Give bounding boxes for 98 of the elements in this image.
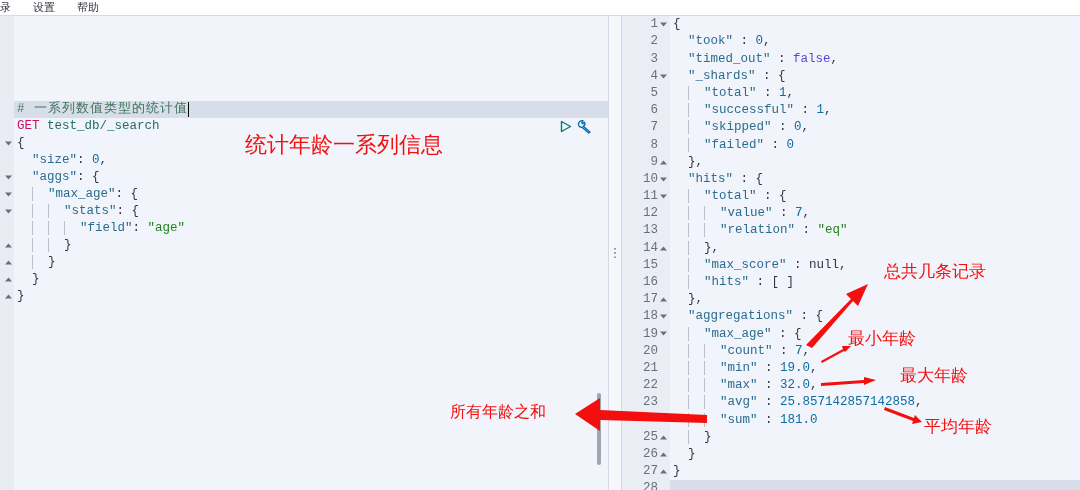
code-line: "field": "age" (17, 219, 186, 238)
resize-handle[interactable]: ⋮ (608, 243, 622, 263)
caret-icon[interactable] (659, 468, 667, 474)
line-number: 21 (643, 359, 658, 377)
line-number: 17 (643, 291, 658, 309)
code-line: "hits" : [ ] (673, 273, 795, 292)
code-line: "failed" : 0 (673, 135, 795, 155)
caret-icon[interactable] (659, 22, 667, 28)
line-number: 18 (643, 308, 658, 326)
code-line: "max" : 32.0, (673, 376, 818, 395)
code-line: "value" : 7, (673, 204, 811, 224)
wrench-icon[interactable] (577, 119, 593, 134)
code-line: "skipped" : 0, (673, 118, 810, 138)
line-number: 7 (650, 119, 658, 137)
caret-icon[interactable] (4, 141, 12, 146)
menu-item[interactable]: 录 (0, 0, 11, 15)
run-icon[interactable] (560, 120, 572, 133)
line-number: 5 (650, 84, 658, 102)
annotation-text: 最大年龄 (900, 366, 968, 386)
code-line: }, (687, 291, 704, 309)
line-number: 26 (643, 445, 658, 463)
code-line: } (31, 271, 40, 289)
line-number: 9 (650, 153, 658, 171)
code-line: "max_age": { (17, 185, 139, 204)
code-line: "total" : 1, (673, 83, 795, 103)
caret-icon[interactable] (4, 243, 12, 248)
code-line: "avg" : 25.857142857142858, (673, 393, 923, 413)
code-line: } (687, 445, 696, 463)
code-line: "total" : { (673, 187, 787, 206)
line-number: 20 (643, 342, 658, 360)
annotation-text: 总共几条记录 (884, 262, 986, 282)
code-line: GET test_db/_search (17, 118, 160, 136)
code-line: "aggregations" : { (687, 308, 824, 326)
caret-icon[interactable] (4, 209, 12, 214)
line-number: 22 (643, 377, 658, 395)
line-number: 12 (643, 205, 658, 223)
line-number: 23 (643, 394, 658, 412)
caret-icon[interactable] (659, 176, 667, 182)
code-line: "aggs": { (31, 169, 100, 187)
caret-icon[interactable] (4, 260, 12, 265)
line-number: 27 (643, 463, 658, 481)
code-line: "_shards" : { (687, 67, 786, 85)
caret-icon[interactable] (659, 297, 667, 303)
line-number: 14 (643, 239, 658, 257)
code-line: "count" : 7, (673, 341, 811, 361)
code-line: } (17, 236, 72, 255)
code-line: "successful" : 1, (673, 101, 832, 120)
line-number: 15 (643, 256, 658, 274)
code-line: "min" : 19.0, (673, 358, 818, 378)
code-line: "timed_out" : false, (687, 50, 839, 68)
code-line: "size": 0, (31, 152, 108, 170)
code-line: } (17, 253, 56, 272)
code-line: } (673, 427, 712, 447)
caret-icon[interactable] (4, 192, 12, 197)
caret-icon[interactable] (659, 314, 667, 320)
code-line: "took" : 0, (687, 33, 771, 51)
menu-item[interactable]: 帮助 (77, 0, 99, 15)
line-number: 1 (650, 16, 658, 34)
line-number: 13 (643, 222, 658, 240)
annotation-arrow (884, 407, 922, 424)
line-number: 19 (643, 325, 658, 343)
code-line: "max_age" : { (673, 324, 802, 344)
line-number: 3 (650, 50, 658, 68)
caret-icon[interactable] (659, 331, 667, 337)
caret-icon[interactable] (4, 175, 12, 180)
annotation-text: 平均年龄 (924, 417, 992, 437)
caret-icon[interactable] (659, 451, 667, 457)
caret-icon[interactable] (659, 245, 667, 251)
line-number: 25 (643, 428, 658, 446)
code-line: } (17, 288, 25, 306)
line-number: 2 (650, 33, 658, 51)
code-line: "stats": { (17, 202, 140, 221)
code-line: # 一系列数值类型的统计值 (17, 100, 188, 119)
code-line: }, (673, 238, 720, 258)
annotation-text: 最小年龄 (848, 329, 916, 349)
caret-icon[interactable] (4, 294, 12, 299)
code-line: "relation" : "eq" (673, 221, 848, 241)
annotation-arrow (821, 377, 876, 386)
code-line: }, (687, 153, 704, 171)
caret-icon[interactable] (659, 73, 667, 79)
annotation-text: 所有年龄之和 (450, 403, 546, 422)
line-number: 8 (650, 136, 658, 154)
line-number: 16 (643, 274, 658, 292)
caret-icon[interactable] (659, 193, 667, 199)
annotation-text: 统计年龄一系列信息 (245, 132, 443, 158)
caret-icon[interactable] (4, 277, 12, 282)
line-number: 6 (650, 102, 658, 120)
code-line: { (673, 16, 681, 34)
code-line: "hits" : { (687, 170, 764, 188)
caret-icon[interactable] (659, 434, 667, 440)
line-number: 10 (643, 170, 658, 188)
code-line: } (673, 463, 681, 481)
line-number: 4 (650, 67, 658, 85)
line-number: 11 (643, 188, 658, 206)
code-line: "max_score" : null, (673, 255, 847, 275)
code-line: { (17, 135, 25, 153)
menu-item[interactable]: 设置 (33, 0, 55, 15)
caret-icon[interactable] (659, 159, 667, 165)
